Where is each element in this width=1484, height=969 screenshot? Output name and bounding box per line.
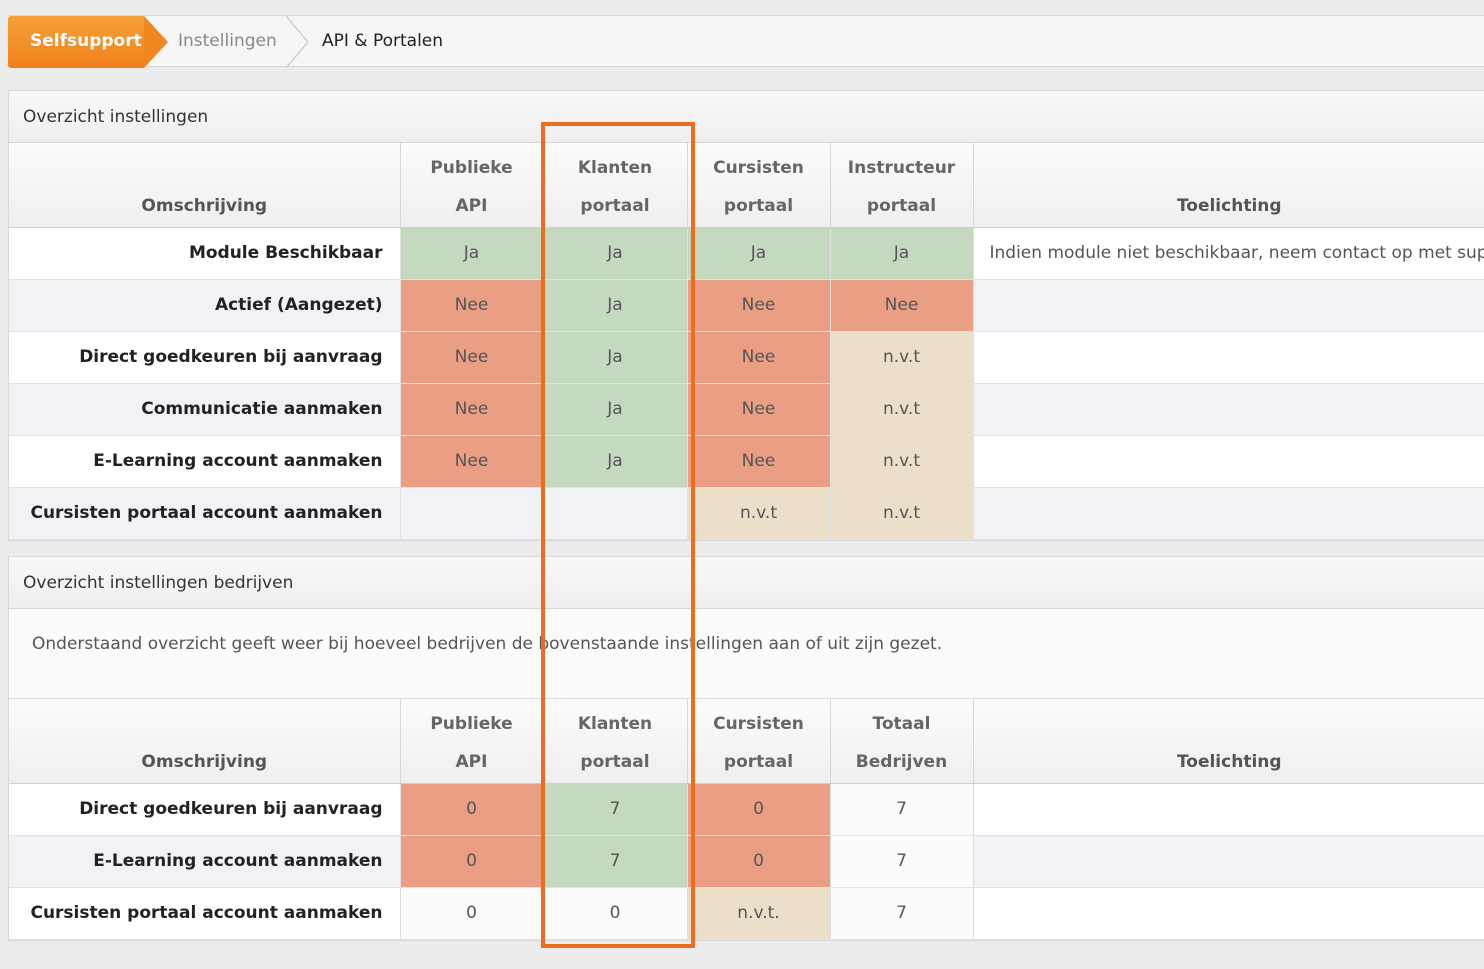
value-cell-c3: Nee: [687, 279, 831, 332]
value-cell-c4: n.v.t: [830, 383, 974, 436]
col-header-cursisten-portaal: Cursisten portaal: [687, 699, 831, 784]
value-cell-c1: 0: [400, 783, 544, 836]
table-header-row: Omschrijving Publieke API Klanten portaal …: [9, 143, 1484, 228]
table-row: Cursisten portaal account aanmaken n.v.t n…: [9, 487, 1484, 540]
panel-intro-text: Onderstaand overzicht geeft weer bij hoe…: [9, 609, 1484, 699]
row-label: E-Learning account aanmaken: [9, 435, 401, 488]
col-header-klanten-portaal: Klanten portaal: [543, 143, 688, 228]
value-cell-c4: 7: [830, 835, 974, 888]
value-cell-c3: Nee: [687, 383, 831, 436]
col-header-omschrijving: Omschrijving: [9, 699, 401, 784]
note-cell: [973, 783, 1484, 836]
col-header-publieke-api: Publieke API: [400, 143, 544, 228]
value-cell-c1: Nee: [400, 331, 544, 384]
value-cell-c2: [543, 487, 688, 540]
breadcrumb-home-arrow: [144, 16, 168, 68]
value-cell-c1: Nee: [400, 279, 544, 332]
row-label: Actief (Aangezet): [9, 279, 401, 332]
col-header-omschrijving: Omschrijving: [9, 143, 401, 228]
col-header-instructeur-portaal: Instructeur portaal: [830, 143, 974, 228]
value-cell-c3: Ja: [687, 227, 831, 280]
panel-overzicht-instellingen-bedrijven: Overzicht instellingen bedrijven Onderst…: [8, 556, 1484, 941]
note-cell: [973, 835, 1484, 888]
col-header-klanten-portaal: Klanten portaal: [543, 699, 688, 784]
breadcrumb-item-current: API & Portalen: [322, 31, 444, 51]
row-label: E-Learning account aanmaken: [9, 835, 401, 888]
note-cell: [973, 331, 1484, 384]
row-label: Cursisten portaal account aanmaken: [9, 487, 401, 540]
table-row: Communicatie aanmaken Nee Ja Nee n.v.t: [9, 383, 1484, 436]
value-cell-c1: 0: [400, 887, 544, 940]
row-label: Module Beschikbaar: [9, 227, 401, 280]
panel-overzicht-instellingen: Overzicht instellingen Omschrijving Publ…: [8, 90, 1484, 541]
table-row: Actief (Aangezet) Nee Ja Nee Nee: [9, 279, 1484, 332]
value-cell-c4: n.v.t: [830, 331, 974, 384]
row-label: Direct goedkeuren bij aanvraag: [9, 331, 401, 384]
value-cell-c2: 0: [543, 887, 688, 940]
table-row: Direct goedkeuren bij aanvraag Nee Ja Nee n.…: [9, 331, 1484, 384]
breadcrumb-separator-icon: [286, 16, 308, 68]
col-header-toelichting: Toelichting: [973, 699, 1484, 784]
value-cell-c3: 0: [687, 783, 831, 836]
value-cell-c3: n.v.t.: [687, 887, 831, 940]
col-header-cursisten-portaal: Cursisten portaal: [687, 143, 831, 228]
value-cell-c4: 7: [830, 783, 974, 836]
row-label: Communicatie aanmaken: [9, 383, 401, 436]
breadcrumb-home[interactable]: Selfsupport: [8, 16, 144, 68]
value-cell-c4: 7: [830, 887, 974, 940]
note-cell: [973, 383, 1484, 436]
note-cell: [973, 487, 1484, 540]
col-header-publieke-api: Publieke API: [400, 699, 544, 784]
breadcrumb-item-instellingen[interactable]: Instellingen: [178, 16, 277, 68]
table-header-row: Omschrijving Publieke API Klanten portaal …: [9, 699, 1484, 784]
note-cell: [973, 279, 1484, 332]
table-row: E-Learning account aanmaken Nee Ja Nee n.v.t: [9, 435, 1484, 488]
table-row: E-Learning account aanmaken 0 7 0 7: [9, 835, 1484, 888]
value-cell-c4: Ja: [830, 227, 974, 280]
value-cell-c2: 7: [543, 783, 688, 836]
value-cell-c1: Nee: [400, 435, 544, 488]
value-cell-c4: n.v.t: [830, 435, 974, 488]
value-cell-c2: Ja: [543, 435, 688, 488]
value-cell-c1: [400, 487, 544, 540]
value-cell-c4: Nee: [830, 279, 974, 332]
value-cell-c1: Ja: [400, 227, 544, 280]
settings-table: Omschrijving Publieke API Klanten portaal …: [9, 143, 1484, 540]
value-cell-c2: Ja: [543, 227, 688, 280]
top-strip: [0, 0, 1484, 14]
breadcrumb: Selfsupport Instellingen API & Portalen: [8, 15, 1484, 68]
value-cell-c2: Ja: [543, 279, 688, 332]
value-cell-c1: Nee: [400, 383, 544, 436]
value-cell-c2: 7: [543, 835, 688, 888]
col-header-totaal-bedrijven: Totaal Bedrijven: [830, 699, 974, 784]
value-cell-c3: Nee: [687, 331, 831, 384]
value-cell-c1: 0: [400, 835, 544, 888]
note-cell: [973, 435, 1484, 488]
panel-title: Overzicht instellingen bedrijven: [9, 557, 1484, 609]
row-label: Cursisten portaal account aanmaken: [9, 887, 401, 940]
value-cell-c4: n.v.t: [830, 487, 974, 540]
value-cell-c3: Nee: [687, 435, 831, 488]
panel-title: Overzicht instellingen: [9, 91, 1484, 143]
value-cell-c2: Ja: [543, 383, 688, 436]
value-cell-c3: 0: [687, 835, 831, 888]
note-cell: [973, 887, 1484, 940]
table-row: Direct goedkeuren bij aanvraag 0 7 0 7: [9, 783, 1484, 836]
table-row: Module Beschikbaar Ja Ja Ja Ja Indien module …: [9, 227, 1484, 280]
value-cell-c3: n.v.t: [687, 487, 831, 540]
value-cell-c2: Ja: [543, 331, 688, 384]
col-header-toelichting: Toelichting: [973, 143, 1484, 228]
companies-table: Omschrijving Publieke API Klanten portaal …: [9, 699, 1484, 940]
row-label: Direct goedkeuren bij aanvraag: [9, 783, 401, 836]
note-cell: Indien module niet beschikbaar, neem con…: [973, 227, 1484, 280]
table-row: Cursisten portaal account aanmaken 0 0 n.v.…: [9, 887, 1484, 940]
